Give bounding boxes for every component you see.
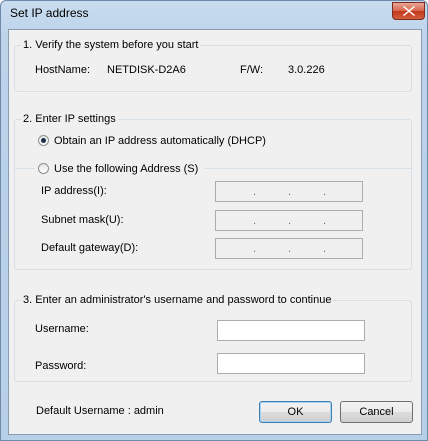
manual-label[interactable]: Use the following Address (S): [54, 163, 198, 175]
ip-dot: .: [323, 186, 327, 198]
window-title: Set IP address: [10, 6, 89, 20]
auth-legend: 3. Enter an administrator's username and…: [23, 294, 332, 306]
radio-selected-dot: [41, 138, 46, 143]
ip-dot: .: [288, 215, 292, 227]
gateway-label: Default gateway(D):: [41, 242, 139, 254]
gateway-field[interactable]: . . .: [215, 238, 363, 259]
dialog-window: Set IP address 1. Verify the system befo…: [0, 0, 428, 441]
ip-dot: .: [253, 215, 257, 227]
close-icon: [403, 6, 415, 16]
fw-value: 3.0.226: [288, 64, 325, 76]
ip-dot: .: [253, 243, 257, 255]
verify-legend: 1. Verify the system before you start: [23, 39, 199, 51]
ip-address-field[interactable]: . . .: [215, 181, 363, 202]
subnet-label: Subnet mask(U):: [41, 214, 124, 226]
ip-dot: .: [253, 186, 257, 198]
password-label: Password:: [35, 360, 87, 372]
ip-dot: .: [288, 243, 292, 255]
dialog-body: 1. Verify the system before you start Ho…: [8, 29, 422, 435]
password-input[interactable]: [217, 353, 365, 374]
dhcp-label[interactable]: Obtain an IP address automatically (DHCP…: [54, 135, 266, 147]
dhcp-radio[interactable]: [38, 135, 49, 146]
username-input[interactable]: [217, 320, 365, 341]
ip-dot: .: [288, 186, 292, 198]
ip-address-label: IP address(I):: [41, 185, 107, 197]
hostname-value: NETDISK-D2A6: [107, 64, 186, 76]
ip-dot: .: [323, 215, 327, 227]
ok-button[interactable]: OK: [259, 401, 332, 423]
manual-radio[interactable]: [38, 163, 49, 174]
ip-settings-legend: 2. Enter IP settings: [23, 113, 116, 125]
fw-label: F/W:: [240, 64, 264, 76]
close-button[interactable]: [392, 2, 425, 20]
hostname-label: HostName:: [35, 64, 91, 76]
ip-dot: .: [323, 243, 327, 255]
subnet-field[interactable]: . . .: [215, 210, 363, 231]
default-username-text: Default Username : admin: [36, 405, 164, 417]
cancel-button[interactable]: Cancel: [340, 401, 413, 423]
username-label: Username:: [35, 323, 89, 335]
